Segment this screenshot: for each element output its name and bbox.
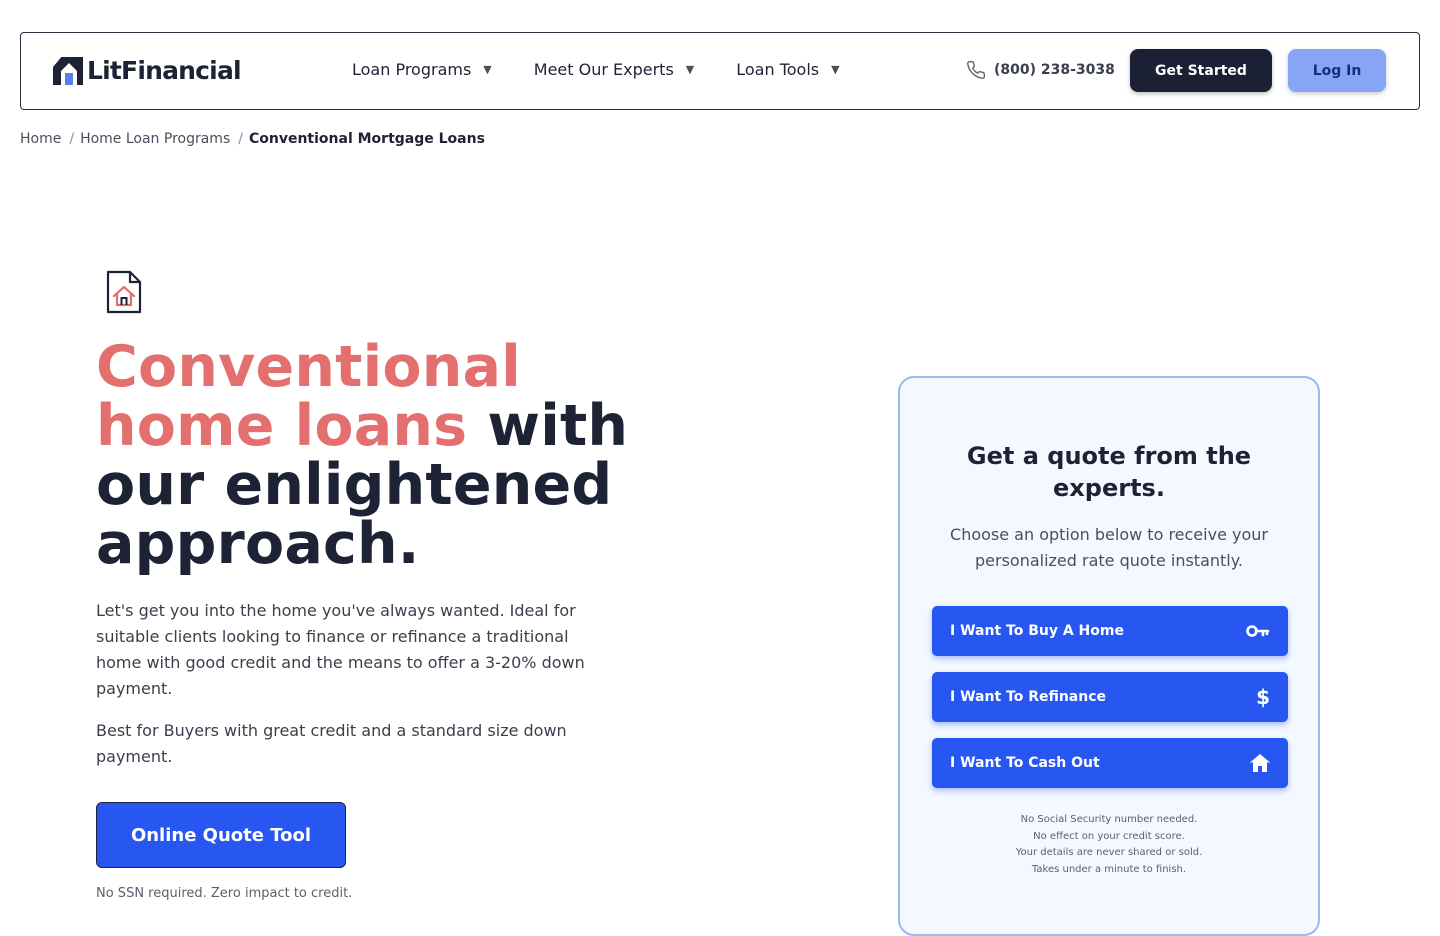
breadcrumb-separator: /: [238, 131, 243, 147]
dollar-icon: $: [1256, 685, 1270, 709]
quote-card-subtitle: Choose an option below to receive your p…: [900, 522, 1318, 574]
hero-title-accent-1: Conventional: [96, 334, 521, 400]
cash-out-label: I Want To Cash Out: [950, 755, 1100, 771]
key-icon: [1246, 625, 1270, 637]
logo-mark-icon: [53, 55, 83, 85]
site-header: LitFinancial Loan Programs ▼ Meet Our Ex…: [20, 32, 1420, 110]
main-nav: Loan Programs ▼ Meet Our Experts ▼ Loan …: [352, 60, 840, 79]
buy-home-label: I Want To Buy A Home: [950, 623, 1124, 639]
note-privacy: Your details are never shared or sold.: [1015, 847, 1203, 858]
quote-card-title: Get a quote from the experts.: [900, 440, 1318, 504]
hero-description: Let's get you into the home you've alway…: [96, 601, 585, 698]
phone-link[interactable]: (800) 238-3038: [966, 60, 1115, 80]
breadcrumb-current: Conventional Mortgage Loans: [248, 131, 485, 147]
caret-down-icon: ▼: [831, 63, 840, 76]
quote-card-subtitle-line-1: Choose an option below to receive your: [950, 525, 1268, 544]
refinance-button[interactable]: I Want To Refinance $: [932, 672, 1288, 722]
breadcrumb-home-loan-programs[interactable]: Home Loan Programs: [80, 131, 230, 147]
quote-card-subtitle-line-2: personalized rate quote instantly.: [974, 551, 1244, 570]
hero-best-for: Best for Buyers with great credit and a …: [96, 721, 567, 766]
online-quote-tool-button[interactable]: Online Quote Tool: [96, 802, 346, 868]
litfinancial-logo[interactable]: LitFinancial: [53, 55, 242, 85]
nav-loan-programs-label: Loan Programs: [352, 60, 472, 79]
buy-home-button[interactable]: I Want To Buy A Home: [932, 606, 1288, 656]
hero-title: Conventional home loans with our enlight…: [96, 338, 656, 574]
phone-icon: [967, 60, 986, 79]
logo-text: LitFinancial: [87, 55, 242, 85]
caret-down-icon: ▼: [483, 63, 492, 76]
nav-loan-tools-label: Loan Tools: [736, 60, 820, 79]
quote-card: Get a quote from the experts. Choose an …: [898, 376, 1320, 936]
nav-loan-programs[interactable]: Loan Programs ▼: [352, 60, 492, 79]
quote-card-title-line-2: experts.: [1053, 474, 1165, 502]
nav-loan-tools[interactable]: Loan Tools ▼: [736, 60, 839, 79]
nav-meet-our-experts[interactable]: Meet Our Experts ▼: [534, 60, 694, 79]
phone-number: (800) 238-3038: [994, 62, 1115, 78]
home-icon: [1250, 754, 1270, 772]
breadcrumb-home[interactable]: Home: [20, 131, 61, 147]
breadcrumb: Home / Home Loan Programs / Conventional…: [20, 131, 485, 147]
hero-title-with: with: [467, 393, 629, 459]
hero-note: No SSN required. Zero impact to credit.: [96, 886, 353, 901]
refinance-label: I Want To Refinance: [950, 689, 1107, 705]
note-no-ssn: No Social Security number needed.: [1020, 814, 1198, 825]
note-time: Takes under a minute to finish.: [1031, 863, 1187, 875]
caret-down-icon: ▼: [685, 63, 695, 76]
hero-title-line-3: our enlightened: [96, 452, 613, 518]
breadcrumb-separator: /: [69, 131, 75, 147]
quote-card-notes: No Social Security number needed. No eff…: [900, 812, 1318, 878]
nav-meet-our-experts-label: Meet Our Experts: [533, 60, 674, 79]
hero-title-accent-2: home loans: [96, 393, 468, 459]
cash-out-button[interactable]: I Want To Cash Out: [932, 738, 1288, 788]
note-no-credit-effect: No effect on your credit score.: [1033, 830, 1185, 842]
get-started-button[interactable]: Get Started: [1130, 49, 1272, 92]
house-document-icon: [106, 270, 142, 318]
login-button[interactable]: Log In: [1288, 49, 1386, 92]
quote-card-title-line-1: Get a quote from the: [966, 442, 1252, 470]
hero-title-line-4: approach.: [96, 511, 420, 577]
